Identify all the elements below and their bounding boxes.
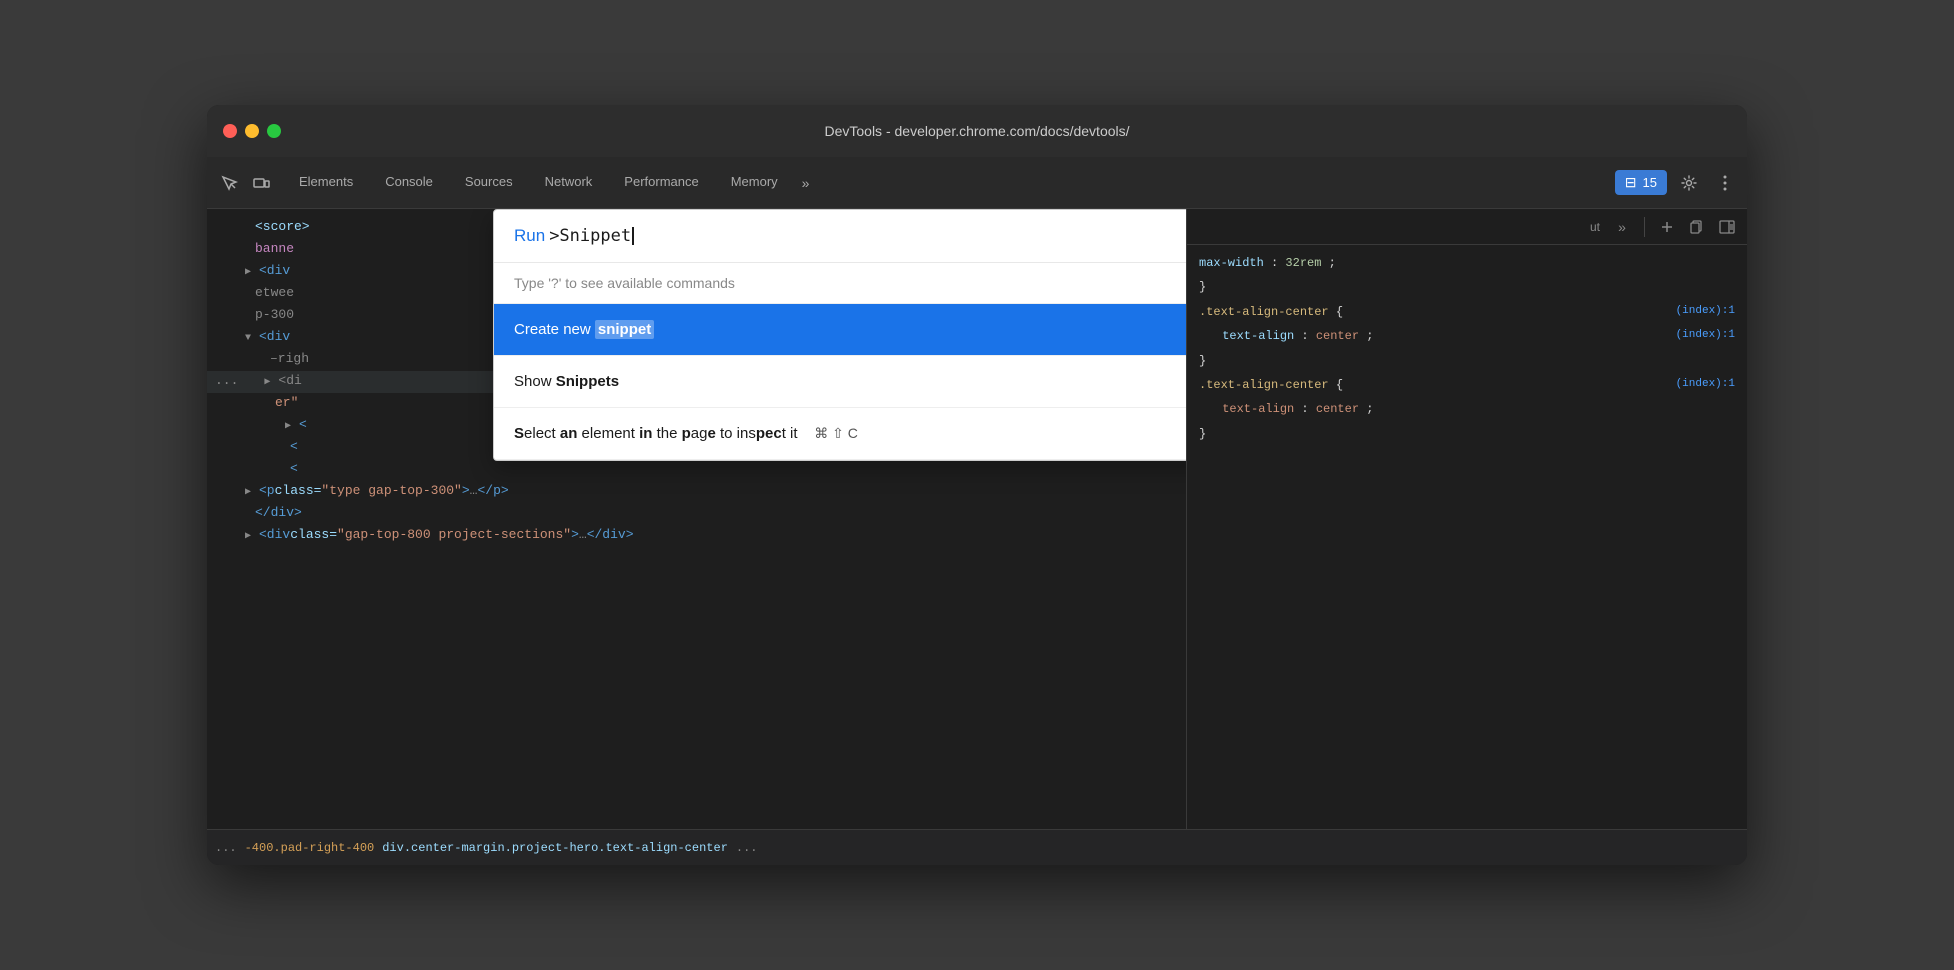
css-rule-text-align-center: (index):1 .text-align-center {: [1199, 302, 1735, 322]
palette-cursor: [632, 227, 634, 245]
css-source-index: (index):1: [1676, 326, 1735, 345]
palette-item-label-select: Select an element in the page to inspect…: [514, 425, 858, 442]
maximize-button[interactable]: [267, 124, 281, 138]
css-content: max-width : 32rem ; } (index):1 .text-al…: [1187, 245, 1747, 829]
title-bar: DevTools - developer.chrome.com/docs/dev…: [207, 105, 1747, 157]
css-rule-brace3: }: [1199, 424, 1735, 444]
breadcrumb-item-2[interactable]: div.center-margin.project-hero.text-alig…: [382, 841, 728, 855]
more-options-icon[interactable]: [1711, 169, 1739, 197]
breadcrumb-item-1[interactable]: -400.pad-right-400: [245, 841, 375, 855]
css-rule-brace1: }: [1199, 277, 1735, 297]
tab-elements[interactable]: Elements: [283, 157, 369, 209]
window-title: DevTools - developer.chrome.com/docs/dev…: [824, 123, 1129, 139]
palette-item-label-create: Create new snippet: [514, 321, 654, 338]
right-toolbar-more-icon[interactable]: »: [1610, 215, 1634, 239]
issues-badge-button[interactable]: ⊟ 15: [1615, 170, 1667, 195]
issues-icon: ⊟: [1625, 174, 1637, 191]
copy-style-icon[interactable]: [1685, 215, 1709, 239]
device-toggle-icon[interactable]: [247, 169, 275, 197]
palette-run-label: Run: [514, 226, 545, 246]
status-dots-left: ...: [215, 841, 237, 855]
palette-item-create-snippet[interactable]: Create new snippet Sources: [494, 304, 1187, 356]
add-style-icon[interactable]: [1655, 215, 1679, 239]
right-toolbar: ut »: [1187, 209, 1747, 245]
css-rule-text-align-center2: (index):1 .text-align-center {: [1199, 375, 1735, 395]
tab-memory[interactable]: Memory: [715, 157, 794, 209]
tabs: Elements Console Sources Network Perform…: [283, 157, 817, 209]
code-line-div-close: </div>: [207, 503, 1186, 525]
left-panel: <score> banne ▶ <div etwee p-300: [207, 209, 1187, 829]
toolbar-left-icons: [215, 169, 275, 197]
toolbar-right: ⊟ 15: [1615, 169, 1739, 197]
traffic-lights: [223, 124, 281, 138]
code-line: <: [207, 459, 1186, 481]
palette-input-row: Run >Snippet: [494, 210, 1187, 263]
tab-sources[interactable]: Sources: [449, 157, 529, 209]
more-tabs-button[interactable]: »: [794, 157, 818, 209]
toolbar: Elements Console Sources Network Perform…: [207, 157, 1747, 209]
main-content: <score> banne ▶ <div etwee p-300: [207, 209, 1747, 829]
code-line-p: ▶ <p class= "type gap-top-300" > … </p>: [207, 481, 1186, 503]
tab-network[interactable]: Network: [529, 157, 609, 209]
settings-icon[interactable]: [1675, 169, 1703, 197]
palette-hint: Type '?' to see available commands: [494, 263, 1187, 304]
toggle-sidebar-icon[interactable]: [1715, 215, 1739, 239]
devtools-window: DevTools - developer.chrome.com/docs/dev…: [207, 105, 1747, 865]
code-line-div-gap: ▶ <div class= "gap-top-800 project-secti…: [207, 525, 1186, 547]
command-palette: Run >Snippet Type '?' to see available c…: [493, 209, 1187, 461]
status-bar: ... -400.pad-right-400 div.center-margin…: [207, 829, 1747, 865]
css-rule-brace2: }: [1199, 351, 1735, 371]
minimize-button[interactable]: [245, 124, 259, 138]
palette-item-label-show: Show Snippets: [514, 373, 619, 390]
close-button[interactable]: [223, 124, 237, 138]
status-breadcrumb: -400.pad-right-400 div.center-margin.pro…: [245, 841, 728, 855]
tab-console[interactable]: Console: [369, 157, 449, 209]
palette-item-select-element[interactable]: Select an element in the page to inspect…: [494, 408, 1187, 460]
tab-performance[interactable]: Performance: [608, 157, 714, 209]
right-panel-label: ut: [1590, 220, 1600, 234]
right-toolbar-divider: [1644, 217, 1645, 237]
palette-input[interactable]: >Snippet: [549, 226, 634, 246]
css-rule-text-align-prop: text-align : center ; (index):1: [1199, 326, 1735, 346]
palette-item-show-snippets[interactable]: Show Snippets Sources: [494, 356, 1187, 408]
css-rule-maxwidth: max-width : 32rem ;: [1199, 253, 1735, 273]
inspect-icon[interactable]: [215, 169, 243, 197]
status-dots-right: ...: [736, 841, 758, 855]
css-rule-text-align-prop2: text-align : center ;: [1199, 399, 1735, 419]
right-panel: ut »: [1187, 209, 1747, 829]
